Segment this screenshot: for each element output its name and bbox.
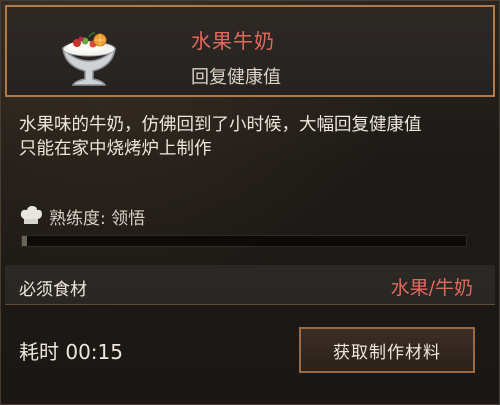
description-line: 只能在家中烧烤炉上制作	[19, 139, 212, 159]
ingredients-value: 水果/牛奶	[390, 277, 473, 299]
proficiency-label: 熟练度: 领悟	[49, 208, 146, 229]
item-effect: 回复健康值	[191, 67, 281, 88]
ingredients-row: 必须食材 水果/牛奶	[5, 265, 495, 305]
item-header: 水果牛奶 回复健康值	[5, 5, 495, 97]
description-line: 水果味的牛奶，仿佛回到了小时候，大幅回复健康值	[19, 115, 422, 135]
chef-hat-icon	[20, 206, 42, 224]
ingredients-label: 必须食材	[19, 280, 87, 300]
item-description: 水果味的牛奶，仿佛回到了小时候，大幅回复健康值 只能在家中烧烤炉上制作	[19, 113, 485, 161]
craft-time: 耗时 00:15	[19, 340, 123, 364]
item-name: 水果牛奶	[191, 29, 275, 53]
get-materials-button[interactable]: 获取制作材料	[299, 327, 475, 373]
proficiency-progress-fill	[22, 236, 28, 246]
proficiency-row: 熟练度: 领悟	[19, 203, 145, 229]
proficiency-progress-bar	[21, 235, 467, 247]
recipe-tooltip-panel: 水果牛奶 回复健康值 水果味的牛奶，仿佛回到了小时候，大幅回复健康值 只能在家中…	[0, 0, 500, 405]
fruit-milk-sundae-icon	[61, 32, 117, 86]
